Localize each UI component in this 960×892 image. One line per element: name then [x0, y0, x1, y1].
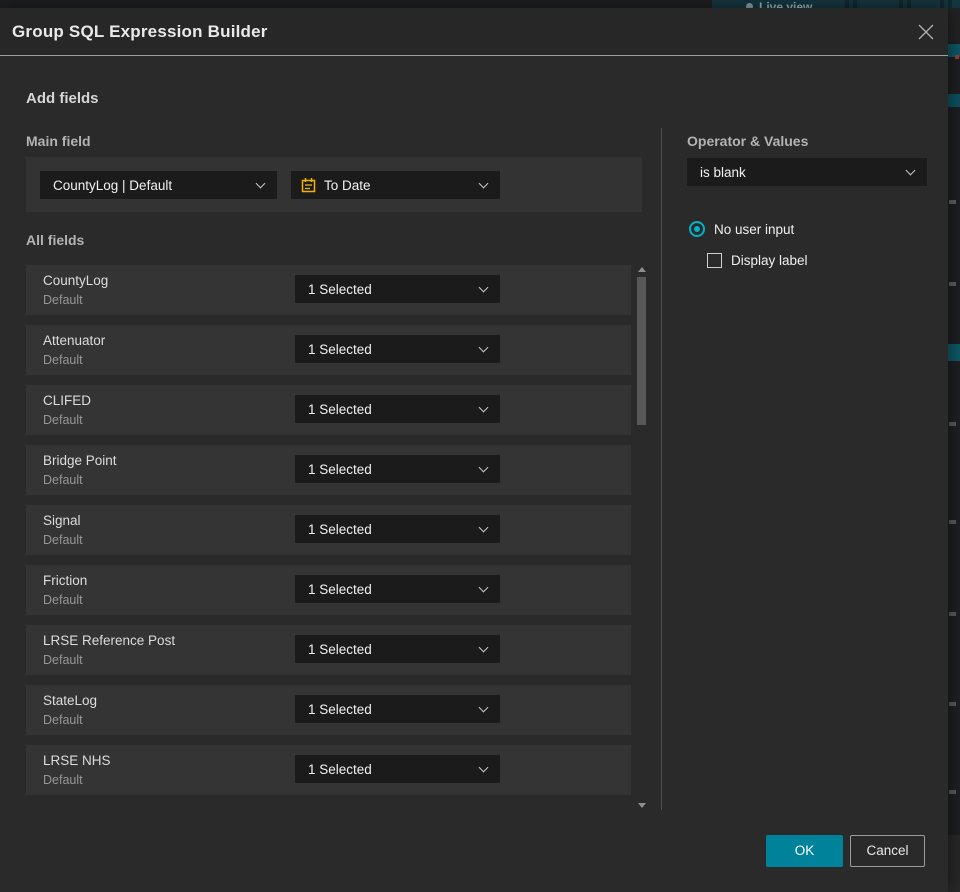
- field-row: StateLog Default 1 Selected: [26, 685, 631, 735]
- field-name: CLIFED: [43, 393, 92, 408]
- field-selection-dropdown[interactable]: 1 Selected: [295, 395, 500, 423]
- field-selection-dropdown[interactable]: 1 Selected: [295, 575, 500, 603]
- chevron-down-icon: [478, 762, 489, 773]
- live-view-toolbar-fragment: Live view: [712, 0, 960, 8]
- chevron-down-icon: [478, 702, 489, 713]
- cancel-button[interactable]: Cancel: [850, 835, 925, 867]
- field-selection-dropdown[interactable]: 1 Selected: [295, 275, 500, 303]
- chevron-down-icon: [478, 178, 489, 189]
- field-selection-value: 1 Selected: [308, 581, 372, 597]
- chevron-down-icon: [478, 462, 489, 473]
- chevron-down-icon: [478, 282, 489, 293]
- field-selection-value: 1 Selected: [308, 341, 372, 357]
- value-type-value: To Date: [324, 177, 371, 193]
- field-subtitle: Default: [43, 713, 83, 727]
- field-row: CountyLog Default 1 Selected: [26, 265, 631, 315]
- scrollbar-thumb[interactable]: [637, 277, 646, 425]
- chevron-down-icon: [255, 178, 266, 189]
- value-type-dropdown[interactable]: To Date: [291, 171, 500, 199]
- field-selection-dropdown[interactable]: 1 Selected: [295, 695, 500, 723]
- main-field-heading: Main field: [26, 133, 91, 149]
- list-scrollbar: [637, 265, 647, 810]
- field-selection-dropdown[interactable]: 1 Selected: [295, 635, 500, 663]
- group-sql-expression-builder-dialog: Group SQL Expression Builder Add fields …: [0, 8, 948, 892]
- field-subtitle: Default: [43, 473, 83, 487]
- no-user-input-radio[interactable]: [689, 221, 705, 237]
- live-view-label: Live view: [759, 0, 813, 8]
- operator-value: is blank: [700, 164, 746, 180]
- field-selection-dropdown[interactable]: 1 Selected: [295, 755, 500, 783]
- field-row: LRSE Reference Post Default 1 Selected: [26, 625, 631, 675]
- chevron-down-icon: [478, 342, 489, 353]
- field-name: Attenuator: [43, 333, 106, 348]
- main-field-container: CountyLog | Default To Date: [26, 157, 642, 212]
- field-subtitle: Default: [43, 293, 83, 307]
- field-name: LRSE NHS: [43, 753, 111, 768]
- operator-dropdown[interactable]: is blank: [687, 158, 927, 186]
- dialog-titlebar: Group SQL Expression Builder: [0, 8, 948, 56]
- main-field-dropdown[interactable]: CountyLog | Default: [40, 171, 277, 199]
- toolbar-separator: [899, 0, 903, 8]
- field-name: LRSE Reference Post: [43, 633, 176, 648]
- display-label-label: Display label: [731, 252, 808, 268]
- field-name: Signal: [43, 513, 81, 528]
- panel-divider: [661, 128, 662, 810]
- scroll-up-arrow-icon[interactable]: [638, 267, 646, 272]
- field-name: Friction: [43, 573, 88, 588]
- field-selection-value: 1 Selected: [308, 641, 372, 657]
- field-name: CountyLog: [43, 273, 109, 288]
- add-fields-heading: Add fields: [26, 90, 99, 107]
- no-user-input-option[interactable]: No user input: [689, 221, 794, 237]
- field-selection-value: 1 Selected: [308, 761, 372, 777]
- field-selection-value: 1 Selected: [308, 701, 372, 717]
- all-fields-heading: All fields: [26, 232, 85, 248]
- display-label-checkbox[interactable]: [707, 252, 722, 268]
- chevron-down-icon: [905, 165, 916, 176]
- field-subtitle: Default: [43, 413, 83, 427]
- field-name: StateLog: [43, 693, 98, 708]
- all-fields-list: CountyLog Default 1 Selected Attenuator …: [26, 265, 631, 805]
- chevron-down-icon: [478, 522, 489, 533]
- field-row: CLIFED Default 1 Selected: [26, 385, 631, 435]
- field-row: Friction Default 1 Selected: [26, 565, 631, 615]
- toolbar-separator: [948, 0, 952, 8]
- no-user-input-label: No user input: [714, 221, 795, 237]
- toolbar-separator: [845, 0, 849, 8]
- display-label-option[interactable]: Display label: [707, 252, 808, 268]
- field-subtitle: Default: [43, 773, 83, 787]
- field-subtitle: Default: [43, 653, 83, 667]
- field-selection-dropdown[interactable]: 1 Selected: [295, 335, 500, 363]
- background-toolbar: Live view: [0, 0, 960, 8]
- background-right-strip: [948, 8, 960, 892]
- chevron-down-icon: [478, 642, 489, 653]
- field-selection-dropdown[interactable]: 1 Selected: [295, 455, 500, 483]
- field-selection-dropdown[interactable]: 1 Selected: [295, 515, 500, 543]
- field-selection-value: 1 Selected: [308, 521, 372, 537]
- field-row: Bridge Point Default 1 Selected: [26, 445, 631, 495]
- scroll-down-arrow-icon[interactable]: [638, 803, 646, 808]
- field-subtitle: Default: [43, 533, 83, 547]
- calendar-icon: [300, 177, 317, 194]
- dialog-title: Group SQL Expression Builder: [12, 22, 268, 41]
- field-row: Attenuator Default 1 Selected: [26, 325, 631, 375]
- chevron-down-icon: [478, 402, 489, 413]
- screen: Live view Group SQL Expression Builder A…: [0, 0, 960, 892]
- field-selection-value: 1 Selected: [308, 461, 372, 477]
- chevron-down-icon: [478, 582, 489, 593]
- ok-button[interactable]: OK: [766, 835, 843, 867]
- field-name: Bridge Point: [43, 453, 117, 468]
- toolbar-separator: [853, 0, 857, 8]
- field-subtitle: Default: [43, 353, 83, 367]
- field-selection-value: 1 Selected: [308, 401, 372, 417]
- operator-values-heading: Operator & Values: [687, 133, 809, 149]
- field-selection-value: 1 Selected: [308, 281, 372, 297]
- field-row: LRSE NHS Default 1 Selected: [26, 745, 631, 795]
- toolbar-separator: [940, 0, 944, 8]
- close-icon[interactable]: [916, 22, 936, 42]
- main-field-value: CountyLog | Default: [53, 177, 173, 193]
- field-subtitle: Default: [43, 593, 83, 607]
- field-row: Signal Default 1 Selected: [26, 505, 631, 555]
- toolbar-separator: [907, 0, 911, 8]
